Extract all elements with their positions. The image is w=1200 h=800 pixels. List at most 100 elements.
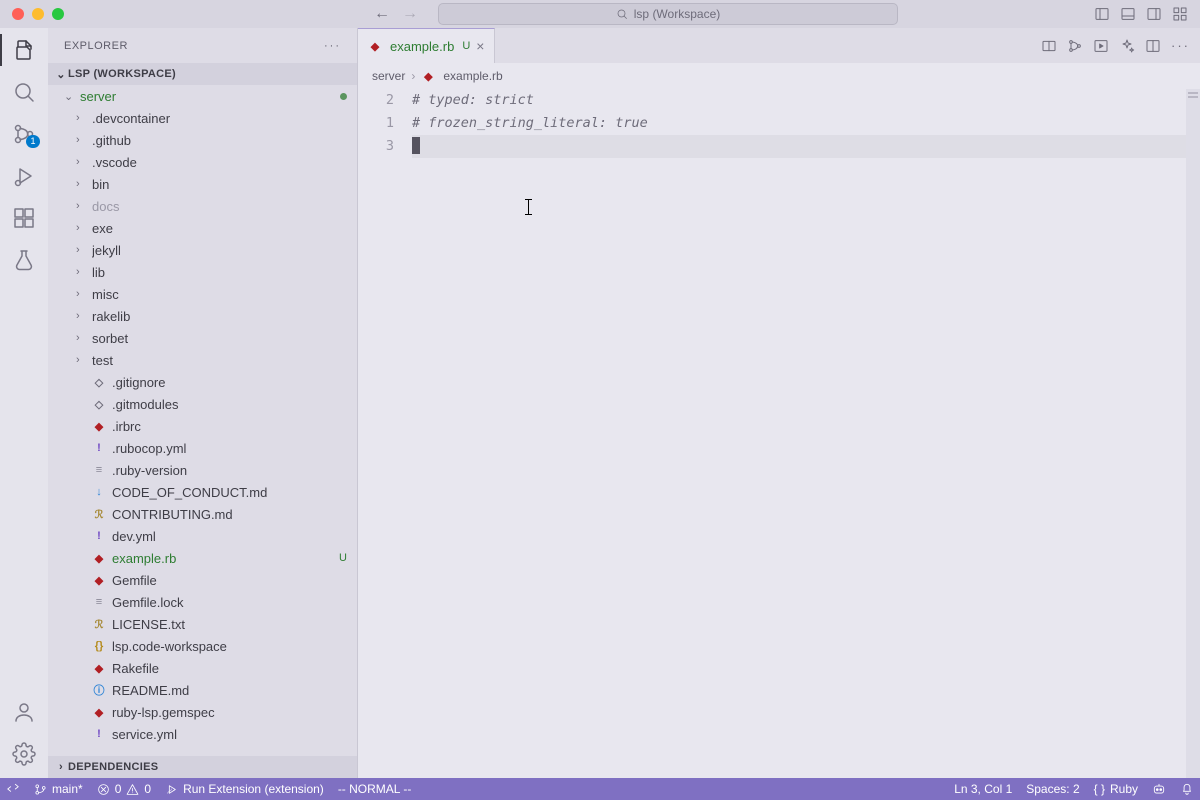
file-service-yml[interactable]: !service.yml [48,723,357,745]
folder-rakelib[interactable]: ›rakelib [48,305,357,327]
customize-layout-icon[interactable] [1172,6,1188,22]
layout-sidebar-left-icon[interactable] [1094,6,1110,22]
workspace-section-title: LSP (WORKSPACE) [68,68,176,80]
notifications-status[interactable] [1180,782,1194,796]
folder-jekyll[interactable]: ›jekyll [48,239,357,261]
line-number: 2 [358,89,394,112]
remote-indicator[interactable] [6,782,20,796]
folder-sorbet[interactable]: ›sorbet [48,327,357,349]
file--gitmodules[interactable]: ◇.gitmodules [48,393,357,415]
folder-misc[interactable]: ›misc [48,283,357,305]
file-rakefile[interactable]: ◆Rakefile [48,657,357,679]
titlebar-right-actions [1094,6,1188,22]
file--gitignore[interactable]: ◇.gitignore [48,371,357,393]
compare-changes-icon[interactable] [1041,38,1057,54]
command-center[interactable]: lsp (Workspace) [438,3,898,25]
folder-docs[interactable]: ›docs [48,195,357,217]
run-task-label: Run Extension (extension) [183,782,324,796]
breadcrumb-part[interactable]: example.rb [443,69,502,83]
file-dev-yml[interactable]: !dev.yml [48,525,357,547]
folder-label: test [92,353,357,368]
explorer-activity[interactable] [12,38,36,62]
minimap[interactable] [1186,89,1200,778]
close-tab-button[interactable]: × [476,38,484,54]
run-task-status[interactable]: Run Extension (extension) [165,782,324,796]
folder-lib[interactable]: ›lib [48,261,357,283]
search-activity[interactable] [12,80,36,104]
file-lsp-code-workspace[interactable]: {}lsp.code-workspace [48,635,357,657]
language-mode-status[interactable]: { } Ruby [1094,782,1138,796]
layout-panel-icon[interactable] [1120,6,1136,22]
folder-devcontainer[interactable]: ›.devcontainer [48,107,357,129]
settings-activity[interactable] [12,742,36,766]
run-file-icon[interactable] [1093,38,1109,54]
explorer-more-icon[interactable]: ··· [324,40,341,52]
folder-server[interactable]: ⌄server [48,85,357,107]
file-gemfile[interactable]: ◆Gemfile [48,569,357,591]
tab-row: ◆ example.rb U × ··· [358,28,1200,63]
split-editor-icon[interactable] [1145,38,1161,54]
file--rubocop-yml[interactable]: !.rubocop.yml [48,437,357,459]
cursor-position-status[interactable]: Ln 3, Col 1 [954,782,1012,796]
accounts-activity[interactable] [12,700,36,724]
folder-label: .devcontainer [92,111,357,126]
dependencies-section-header[interactable]: › DEPENDENCIES [48,756,357,778]
status-bar: main* 0 0 Run Extension (extension) -- N… [0,778,1200,800]
file-readme-md[interactable]: ⓘREADME.md [48,679,357,701]
yml-file-icon: ! [92,727,106,741]
tab-example-rb[interactable]: ◆ example.rb U × [358,28,495,63]
file-ruby-lsp-gemspec[interactable]: ◆ruby-lsp.gemspec [48,701,357,723]
yml-file-icon: ! [92,441,106,455]
git-branch-status[interactable]: main* [34,782,83,796]
git-file-icon: ◇ [92,397,106,411]
branch-name: main* [52,782,83,796]
copilot-status[interactable] [1152,782,1166,796]
code-editor[interactable]: 213 # typed: strict# frozen_string_liter… [358,89,1200,778]
close-window-button[interactable] [12,8,24,20]
layout-sidebar-right-icon[interactable] [1146,6,1162,22]
indentation-status[interactable]: Spaces: 2 [1026,782,1079,796]
code-line[interactable]: # frozen_string_literal: true [412,112,1200,135]
folder-github[interactable]: ›.github [48,129,357,151]
tab-label: example.rb [390,39,454,54]
breadcrumb[interactable]: server › ◆ example.rb [358,63,1200,89]
txt-file-icon: ℛ [92,507,106,521]
nav-arrows: ← → [374,5,418,23]
folder-vscode[interactable]: ›.vscode [48,151,357,173]
more-actions-icon[interactable]: ··· [1171,38,1190,53]
folder-test[interactable]: ›test [48,349,357,371]
code-line[interactable]: # typed: strict [412,89,1200,112]
chevron-right-icon: › [76,244,88,256]
testing-activity[interactable] [12,248,36,272]
folder-exe[interactable]: ›exe [48,217,357,239]
editor-area: ◆ example.rb U × ··· server › ◆ example.… [358,28,1200,778]
maximize-window-button[interactable] [52,8,64,20]
file-gemfile-lock[interactable]: ≡Gemfile.lock [48,591,357,613]
warning-count: 0 [144,782,151,796]
nav-back-button[interactable]: ← [374,5,390,23]
file--irbrc[interactable]: ◆.irbrc [48,415,357,437]
minimize-window-button[interactable] [32,8,44,20]
nav-forward-button[interactable]: → [402,5,418,23]
file-license-txt[interactable]: ℛLICENSE.txt [48,613,357,635]
open-changes-icon[interactable] [1067,38,1083,54]
extensions-activity[interactable] [12,206,36,230]
chevron-right-icon: › [76,178,88,190]
file-contributing-md[interactable]: ℛCONTRIBUTING.md [48,503,357,525]
code-content[interactable]: # typed: strict# frozen_string_literal: … [412,89,1200,778]
workspace-section-header[interactable]: ⌄ LSP (WORKSPACE) [48,63,357,85]
info-file-icon: ⓘ [92,683,106,697]
problems-status[interactable]: 0 0 [97,782,151,796]
breadcrumb-part[interactable]: server [372,69,405,83]
file--ruby-version[interactable]: ≡.ruby-version [48,459,357,481]
folder-bin[interactable]: ›bin [48,173,357,195]
error-count: 0 [115,782,122,796]
source-control-activity[interactable]: 1 [12,122,36,146]
file-tree[interactable]: ⌄server›.devcontainer›.github›.vscode›bi… [48,85,357,756]
sparkle-icon[interactable] [1119,38,1135,54]
code-line[interactable] [412,135,1200,158]
file-example-rb[interactable]: ◆example.rbU [48,547,357,569]
run-debug-activity[interactable] [12,164,36,188]
lock-file-icon: ≡ [92,595,106,609]
file-code-of-conduct-md[interactable]: ↓CODE_OF_CONDUCT.md [48,481,357,503]
